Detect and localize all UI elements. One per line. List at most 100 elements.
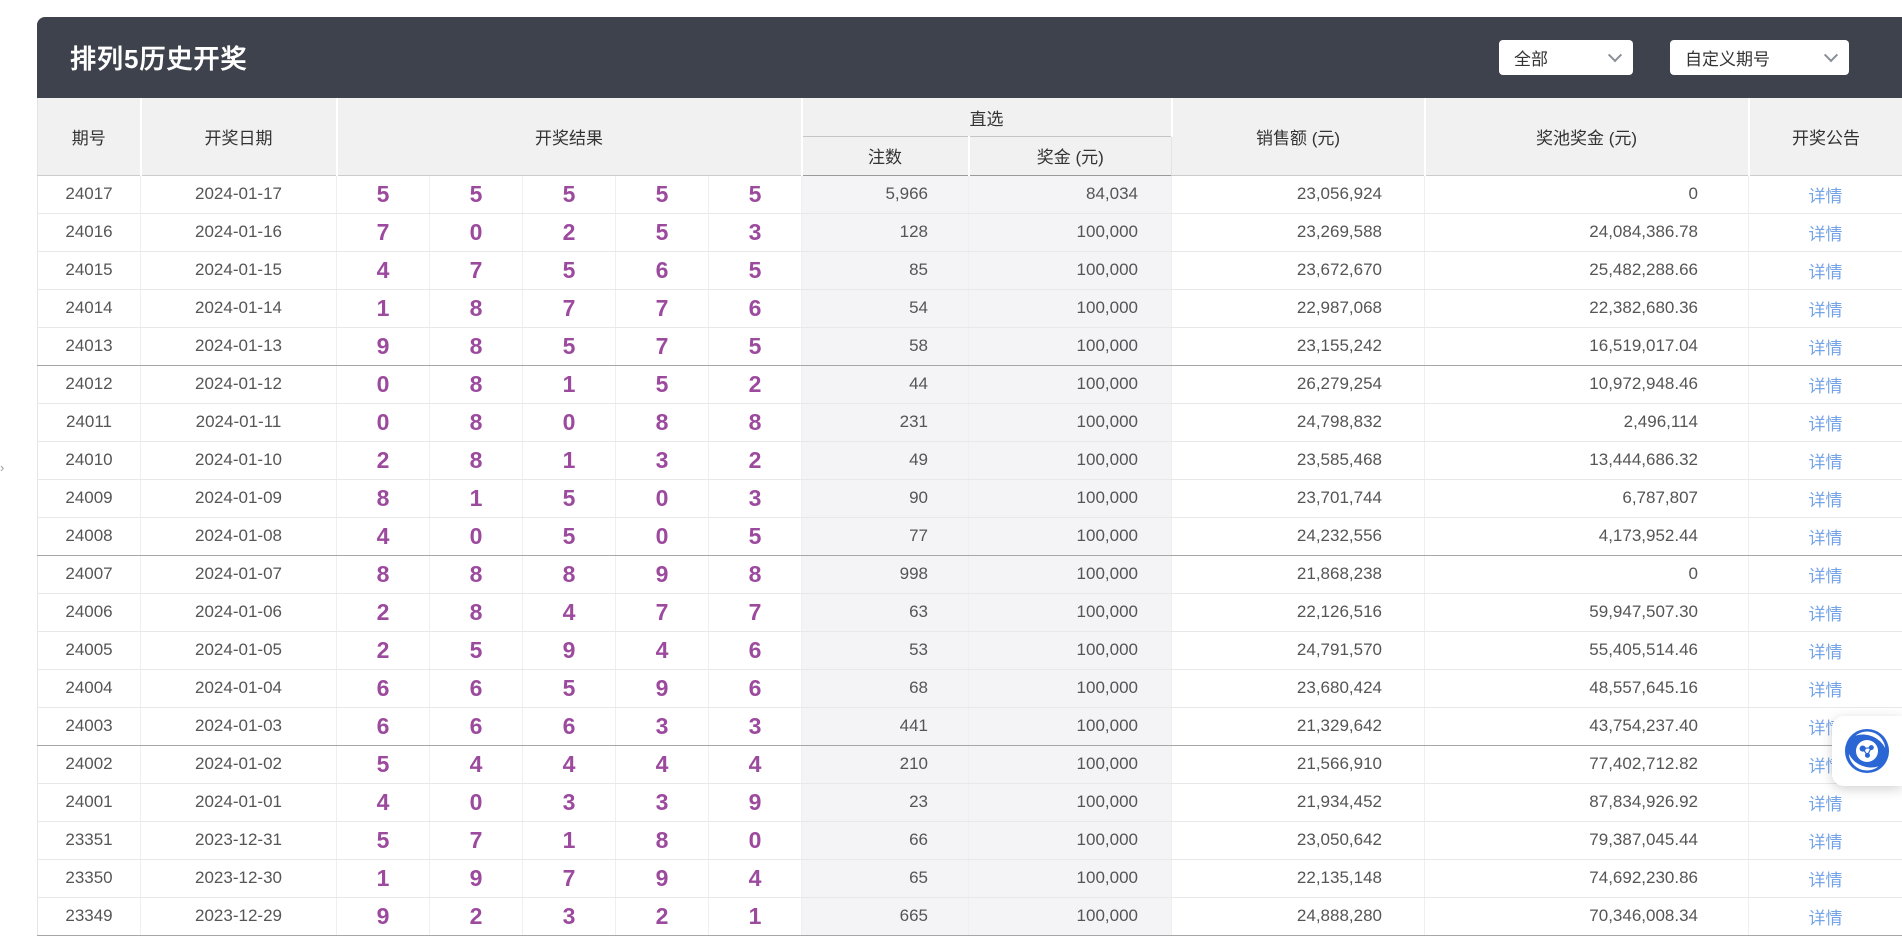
sales-cell: 26,279,254 bbox=[1172, 365, 1425, 403]
announcement-cell: 详情 bbox=[1749, 479, 1902, 517]
detail-link[interactable]: 详情 bbox=[1809, 377, 1843, 396]
result-digit: 1 bbox=[337, 289, 430, 327]
result-digit: 9 bbox=[709, 783, 802, 821]
zhixuan-count-cell: 68 bbox=[802, 669, 969, 707]
result-digit: 1 bbox=[523, 365, 616, 403]
table-row: 24014 2024-01-14 1 8 7 7 6 54 100,000 22… bbox=[38, 289, 1902, 327]
floating-action-button[interactable] bbox=[1832, 716, 1902, 786]
zhixuan-prize-cell: 100,000 bbox=[969, 479, 1172, 517]
announcement-cell: 详情 bbox=[1749, 859, 1902, 897]
result-digit: 8 bbox=[430, 441, 523, 479]
sales-cell: 24,232,556 bbox=[1172, 517, 1425, 555]
sales-cell: 21,868,238 bbox=[1172, 555, 1425, 593]
announcement-cell: 详情 bbox=[1749, 593, 1902, 631]
detail-link[interactable]: 详情 bbox=[1809, 833, 1843, 852]
announcement-cell: 详情 bbox=[1749, 821, 1902, 859]
detail-link[interactable]: 详情 bbox=[1809, 263, 1843, 282]
result-digit: 7 bbox=[709, 593, 802, 631]
page-title: 排列5历史开奖 bbox=[70, 39, 247, 76]
result-digit: 0 bbox=[523, 403, 616, 441]
pool-cell: 4,173,952.44 bbox=[1425, 517, 1749, 555]
panel-header: 排列5历史开奖 全部 自定义期号 bbox=[37, 17, 1902, 98]
zhixuan-prize-cell: 100,000 bbox=[969, 517, 1172, 555]
zhixuan-count-cell: 5,966 bbox=[802, 175, 969, 213]
result-digit: 0 bbox=[616, 479, 709, 517]
detail-link[interactable]: 详情 bbox=[1809, 681, 1843, 700]
sales-cell: 23,155,242 bbox=[1172, 327, 1425, 365]
pool-cell: 74,692,230.86 bbox=[1425, 859, 1749, 897]
result-digit: 3 bbox=[523, 783, 616, 821]
period-cell: 23349 bbox=[38, 897, 141, 935]
result-digit: 2 bbox=[709, 365, 802, 403]
zhixuan-prize-cell: 100,000 bbox=[969, 213, 1172, 251]
pool-cell: 87,834,926.92 bbox=[1425, 783, 1749, 821]
zhixuan-count-cell: 210 bbox=[802, 745, 969, 783]
result-digit: 4 bbox=[337, 783, 430, 821]
pool-cell: 16,519,017.04 bbox=[1425, 327, 1749, 365]
detail-link[interactable]: 详情 bbox=[1809, 415, 1843, 434]
detail-link[interactable]: 详情 bbox=[1809, 529, 1843, 548]
zhixuan-prize-cell: 100,000 bbox=[969, 897, 1172, 935]
period-range-select[interactable]: 自定义期号 bbox=[1670, 40, 1849, 75]
detail-link[interactable]: 详情 bbox=[1809, 795, 1843, 814]
result-digit: 2 bbox=[337, 593, 430, 631]
result-digit: 5 bbox=[709, 327, 802, 365]
date-cell: 2023-12-30 bbox=[141, 859, 337, 897]
zhixuan-prize-cell: 100,000 bbox=[969, 365, 1172, 403]
zhixuan-prize-cell: 100,000 bbox=[969, 555, 1172, 593]
sales-cell: 23,056,924 bbox=[1172, 175, 1425, 213]
date-cell: 2024-01-12 bbox=[141, 365, 337, 403]
date-cell: 2024-01-17 bbox=[141, 175, 337, 213]
detail-link[interactable]: 详情 bbox=[1809, 871, 1843, 890]
detail-link[interactable]: 详情 bbox=[1809, 491, 1843, 510]
result-digit: 4 bbox=[430, 745, 523, 783]
table-row: 24002 2024-01-02 5 4 4 4 4 210 100,000 2… bbox=[38, 745, 1902, 783]
result-digit: 5 bbox=[523, 669, 616, 707]
sales-cell: 24,798,832 bbox=[1172, 403, 1425, 441]
table-row: 24011 2024-01-11 0 8 0 8 8 231 100,000 2… bbox=[38, 403, 1902, 441]
result-digit: 2 bbox=[337, 631, 430, 669]
result-digit: 4 bbox=[523, 745, 616, 783]
result-digit: 5 bbox=[337, 745, 430, 783]
detail-link[interactable]: 详情 bbox=[1809, 225, 1843, 244]
col-header-result: 开奖结果 bbox=[337, 98, 802, 175]
date-cell: 2024-01-05 bbox=[141, 631, 337, 669]
result-digit: 7 bbox=[523, 289, 616, 327]
result-digit: 2 bbox=[709, 441, 802, 479]
period-cell: 24008 bbox=[38, 517, 141, 555]
zhixuan-count-cell: 58 bbox=[802, 327, 969, 365]
sales-cell: 24,888,280 bbox=[1172, 897, 1425, 935]
result-digit: 8 bbox=[616, 821, 709, 859]
detail-link[interactable]: 详情 bbox=[1809, 605, 1843, 624]
result-digit: 4 bbox=[523, 593, 616, 631]
detail-link[interactable]: 详情 bbox=[1809, 301, 1843, 320]
result-digit: 5 bbox=[523, 175, 616, 213]
announcement-cell: 详情 bbox=[1749, 365, 1902, 403]
detail-link[interactable]: 详情 bbox=[1809, 339, 1843, 358]
result-digit: 5 bbox=[430, 631, 523, 669]
detail-link[interactable]: 详情 bbox=[1809, 453, 1843, 472]
result-digit: 3 bbox=[709, 707, 802, 745]
result-digit: 9 bbox=[337, 897, 430, 935]
zhixuan-prize-cell: 100,000 bbox=[969, 821, 1172, 859]
sales-cell: 23,680,424 bbox=[1172, 669, 1425, 707]
result-digit: 7 bbox=[430, 251, 523, 289]
date-cell: 2024-01-06 bbox=[141, 593, 337, 631]
period-cell: 24001 bbox=[38, 783, 141, 821]
table-row: 24012 2024-01-12 0 8 1 5 2 44 100,000 26… bbox=[38, 365, 1902, 403]
detail-link[interactable]: 详情 bbox=[1809, 643, 1843, 662]
pool-cell: 77,402,712.82 bbox=[1425, 745, 1749, 783]
period-cell: 23351 bbox=[38, 821, 141, 859]
detail-link[interactable]: 详情 bbox=[1809, 567, 1843, 586]
detail-link[interactable]: 详情 bbox=[1809, 909, 1843, 928]
result-digit: 8 bbox=[523, 555, 616, 593]
pool-cell: 22,382,680.36 bbox=[1425, 289, 1749, 327]
lottery-logo-icon bbox=[1844, 728, 1890, 774]
result-digit: 5 bbox=[523, 251, 616, 289]
detail-link[interactable]: 详情 bbox=[1809, 187, 1843, 206]
pool-cell: 43,754,237.40 bbox=[1425, 707, 1749, 745]
category-select[interactable]: 全部 bbox=[1499, 40, 1633, 75]
lottery-history-table: 期号 开奖日期 开奖结果 直选 销售额 (元) 奖池奖金 (元) 开奖公告 注数… bbox=[37, 98, 1902, 936]
result-digit: 4 bbox=[337, 517, 430, 555]
result-digit: 6 bbox=[430, 707, 523, 745]
